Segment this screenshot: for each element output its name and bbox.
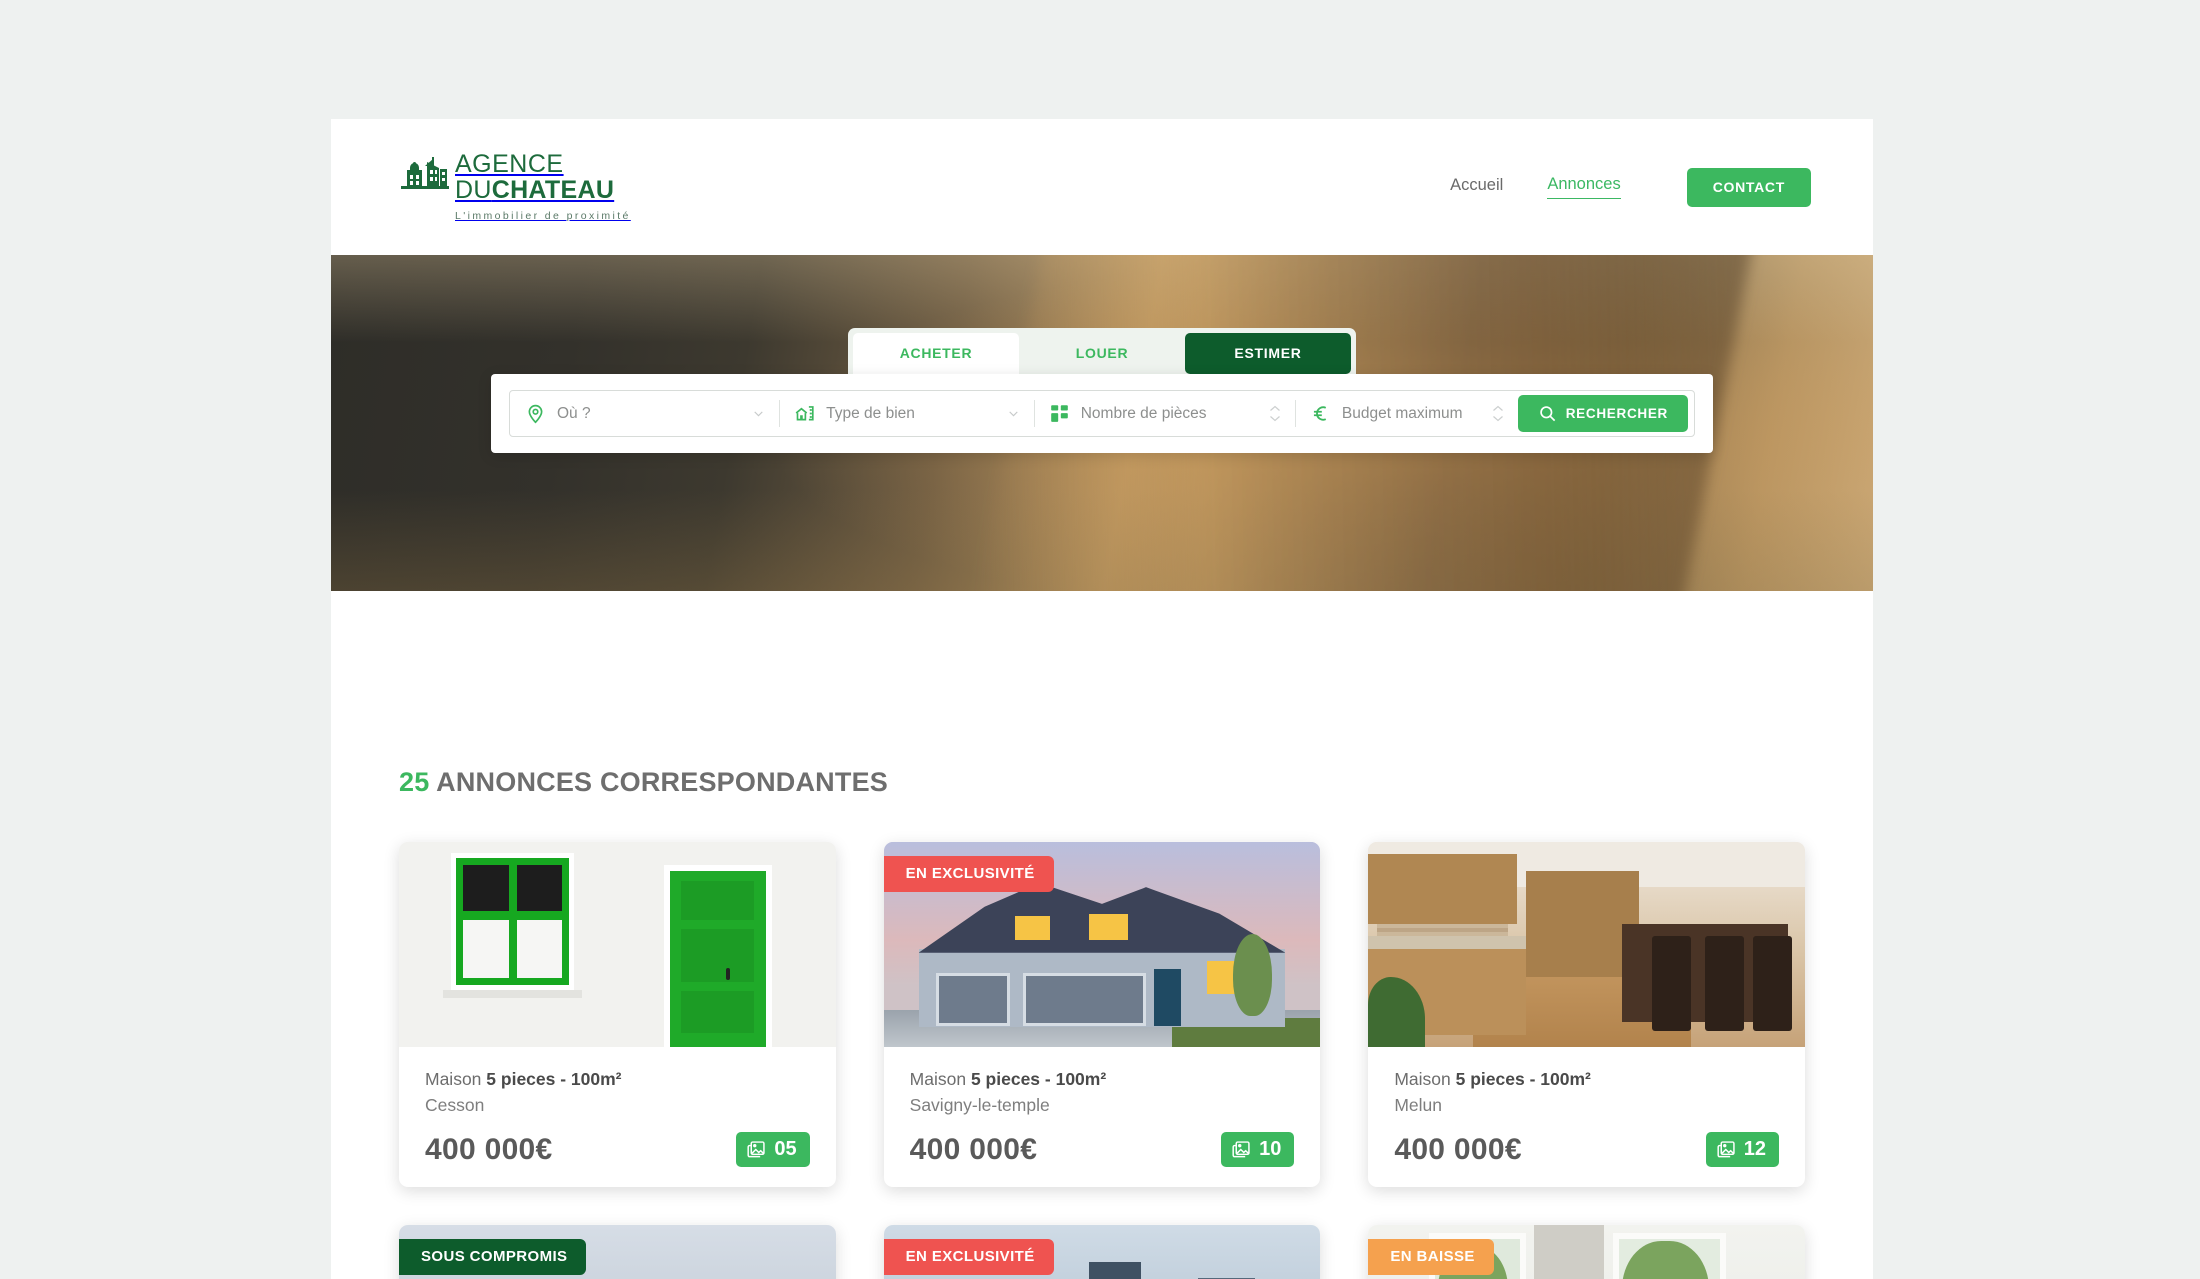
- gallery-icon: [747, 1141, 766, 1158]
- listing-city: Cesson: [425, 1095, 485, 1115]
- listing-price: 400 000€: [1394, 1133, 1522, 1166]
- logo-tagline: L'immobilier de proximité: [455, 210, 631, 222]
- search-tabs: ACHETER LOUER ESTIMER: [848, 328, 1356, 374]
- site-page: AGENCE DUCHATEAU L'immobilier de proximi…: [331, 119, 1873, 1279]
- field-budget[interactable]: Budget maximum: [1294, 391, 1518, 436]
- listing-image[interactable]: EN BAISSE: [1368, 1225, 1805, 1279]
- property-type-placeholder: Type de bien: [826, 404, 915, 422]
- listing-image[interactable]: [1368, 842, 1805, 1047]
- stepper-down-icon[interactable]: [1492, 415, 1504, 422]
- location-placeholder: Où ?: [557, 404, 591, 422]
- chevron-down-icon[interactable]: [1007, 407, 1020, 420]
- logo[interactable]: AGENCE DUCHATEAU L'immobilier de proximi…: [399, 152, 631, 222]
- status-badge: SOUS COMPROMIS: [399, 1239, 587, 1275]
- photo-green-door: [399, 842, 836, 1047]
- listing-body: Maison 5 pieces - 100m² Savigny-le-templ…: [884, 1047, 1321, 1187]
- field-rooms[interactable]: Nombre de pièces: [1033, 391, 1295, 436]
- euro-icon: [1313, 406, 1327, 421]
- rooms-stepper[interactable]: [1269, 405, 1281, 422]
- tab-louer[interactable]: LOUER: [1019, 333, 1185, 374]
- listing-card[interactable]: EN BAISSE: [1368, 1225, 1805, 1279]
- listing-type-spec: Maison 5 pieces - 100m²: [909, 1069, 1107, 1089]
- search-icon: [1539, 406, 1555, 422]
- listing-image[interactable]: EN EXCLUSIVITÉ: [883, 1225, 1321, 1279]
- listing-city: Savigny-le-temple: [909, 1095, 1050, 1115]
- chevron-down-icon[interactable]: [752, 407, 765, 420]
- listing-price: 400 000€: [425, 1133, 553, 1166]
- results-title-suffix: ANNONCES CORRESPONDANTES: [436, 767, 888, 797]
- photo-count-badge[interactable]: 05: [736, 1132, 810, 1167]
- photo-wooden-kitchen: [1368, 842, 1805, 1047]
- search-bar: Où ? Type de bien Nombre de pièces Budge…: [491, 374, 1713, 453]
- listing-card[interactable]: SOUS COMPROMIS: [399, 1225, 836, 1279]
- tab-estimer[interactable]: ESTIMER: [1185, 333, 1351, 374]
- field-location[interactable]: Où ?: [510, 391, 779, 436]
- field-property-type[interactable]: Type de bien: [779, 391, 1034, 436]
- status-badge: EN EXCLUSIVITÉ: [883, 1239, 1054, 1275]
- chateau-logo-icon: [401, 157, 449, 189]
- stepper-up-icon[interactable]: [1269, 405, 1281, 412]
- logo-line-2: DUCHATEAU: [455, 176, 615, 204]
- rooms-placeholder: Nombre de pièces: [1080, 404, 1207, 422]
- location-pin-icon: [528, 404, 543, 424]
- nav-item-accueil[interactable]: Accueil: [1450, 176, 1503, 199]
- site-header: AGENCE DUCHATEAU L'immobilier de proximi…: [331, 119, 1873, 255]
- building-house-icon: [795, 406, 814, 421]
- listing-card[interactable]: EN EXCLUSIVITÉ: [883, 1225, 1321, 1279]
- budget-stepper[interactable]: [1492, 405, 1504, 422]
- contact-button[interactable]: CONTACT: [1686, 167, 1811, 207]
- status-badge: EN BAISSE: [1368, 1239, 1494, 1275]
- photo-count: 12: [1743, 1138, 1766, 1160]
- budget-placeholder: Budget maximum: [1341, 404, 1463, 422]
- tab-acheter[interactable]: ACHETER: [853, 333, 1019, 374]
- listing-body: Maison 5 pieces - 100m² Cesson 400 000€: [399, 1047, 836, 1187]
- photo-count-badge[interactable]: 12: [1705, 1132, 1779, 1167]
- listings-grid: Maison 5 pieces - 100m² Cesson 400 000€: [399, 842, 1805, 1279]
- search-fields: Où ? Type de bien Nombre de pièces Budge…: [509, 390, 1695, 437]
- stepper-up-icon[interactable]: [1492, 405, 1504, 412]
- listing-card[interactable]: Maison 5 pieces - 100m² Melun 400 000€ 1…: [1368, 842, 1805, 1187]
- results-section: 25 ANNONCES CORRESPONDANTES Maison 5 pie…: [331, 591, 1873, 1279]
- listing-image[interactable]: EN EXCLUSIVITÉ: [883, 842, 1321, 1047]
- gallery-icon: [1232, 1141, 1250, 1158]
- search-submit-button[interactable]: RECHERCHER: [1517, 395, 1688, 432]
- results-count: 25: [399, 767, 430, 797]
- photo-count: 05: [774, 1138, 797, 1160]
- listing-card[interactable]: EN EXCLUSIVITÉ Maison 5 pieces - 100m² S…: [883, 842, 1321, 1187]
- listing-footer: 400 000€ 05: [425, 1132, 810, 1167]
- logo-line-1: AGENCE: [455, 150, 564, 178]
- search-panel: ACHETER LOUER ESTIMER Où ? Type de bien …: [491, 328, 1713, 453]
- listing-image[interactable]: [399, 842, 836, 1047]
- photo-count-badge[interactable]: 10: [1221, 1132, 1295, 1167]
- stepper-down-icon[interactable]: [1269, 415, 1281, 422]
- status-badge: EN EXCLUSIVITÉ: [883, 856, 1054, 892]
- listing-card[interactable]: Maison 5 pieces - 100m² Cesson 400 000€: [399, 842, 836, 1187]
- main-nav: Accueil Annonces CONTACT: [1450, 167, 1811, 207]
- listing-type-spec: Maison 5 pieces - 100m²: [1394, 1069, 1591, 1089]
- search-submit-label: RECHERCHER: [1565, 406, 1668, 421]
- grid-squares-icon: [1050, 405, 1068, 422]
- listing-city: Melun: [1394, 1095, 1442, 1115]
- gallery-icon: [1717, 1141, 1735, 1158]
- hero-banner: ACHETER LOUER ESTIMER Où ? Type de bien …: [331, 255, 1873, 591]
- listing-type-spec: Maison 5 pieces - 100m²: [425, 1069, 622, 1089]
- photo-count: 10: [1259, 1138, 1282, 1160]
- nav-item-annonces[interactable]: Annonces: [1547, 175, 1621, 199]
- listing-image[interactable]: SOUS COMPROMIS: [399, 1225, 836, 1279]
- listing-footer: 400 000€ 10: [910, 1132, 1295, 1167]
- listing-price: 400 000€: [909, 1133, 1038, 1166]
- results-title: 25 ANNONCES CORRESPONDANTES: [399, 767, 1805, 798]
- listing-body: Maison 5 pieces - 100m² Melun 400 000€ 1…: [1368, 1047, 1805, 1187]
- listing-footer: 400 000€ 12: [1394, 1132, 1779, 1167]
